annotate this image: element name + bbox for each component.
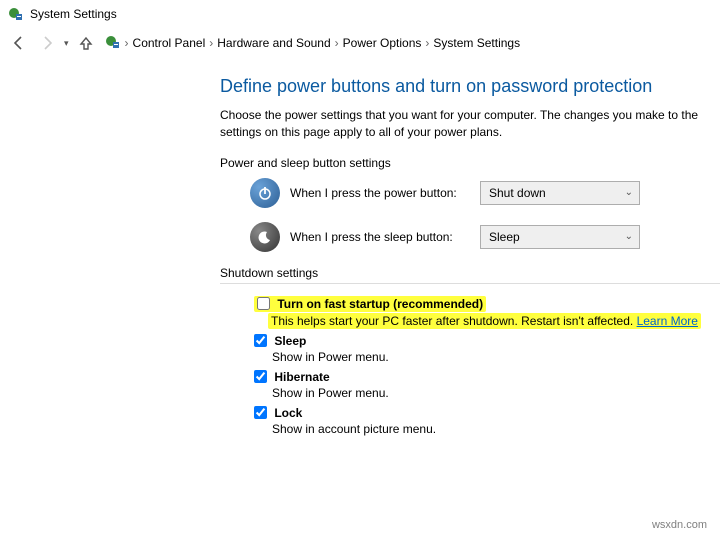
lock-label: Lock <box>274 406 302 420</box>
titlebar: System Settings <box>0 0 720 28</box>
watermark: wsxdn.com <box>649 518 710 532</box>
section-header-buttons: Power and sleep button settings <box>220 156 720 170</box>
hibernate-label: Hibernate <box>274 370 329 384</box>
fast-startup-label: Turn on fast startup (recommended) <box>277 297 483 311</box>
sleep-checkbox[interactable] <box>254 334 267 347</box>
forward-button[interactable] <box>38 34 56 52</box>
sleep-button-select[interactable]: Sleep ⌄ <box>480 225 640 249</box>
hibernate-row: Hibernate <box>254 370 720 384</box>
chevron-right-icon: › <box>209 36 213 50</box>
chevron-down-icon: ⌄ <box>625 187 633 198</box>
window-title: System Settings <box>30 7 117 21</box>
chevron-right-icon: › <box>125 36 129 50</box>
select-value: Shut down <box>489 186 546 200</box>
power-button-select[interactable]: Shut down ⌄ <box>480 181 640 205</box>
select-value: Sleep <box>489 230 520 244</box>
chevron-right-icon: › <box>335 36 339 50</box>
back-button[interactable] <box>10 34 28 52</box>
hibernate-checkbox[interactable] <box>254 370 267 383</box>
content-area: Define power buttons and turn on passwor… <box>0 62 720 436</box>
sleep-button-row: When I press the sleep button: Sleep ⌄ <box>250 222 720 252</box>
up-button[interactable] <box>77 34 95 52</box>
breadcrumb: › Control Panel › Hardware and Sound › P… <box>105 34 521 53</box>
power-button-label: When I press the power button: <box>290 186 470 200</box>
breadcrumb-item[interactable]: Control Panel <box>133 36 206 50</box>
power-button-row: When I press the power button: Shut down… <box>250 178 720 208</box>
breadcrumb-item[interactable]: Power Options <box>343 36 422 50</box>
lock-checkbox[interactable] <box>254 406 267 419</box>
fast-startup-checkbox[interactable] <box>257 297 270 310</box>
power-icon <box>250 178 280 208</box>
breadcrumb-item[interactable]: System Settings <box>433 36 520 50</box>
sleep-label: Sleep <box>274 334 306 348</box>
sleep-button-label: When I press the sleep button: <box>290 230 470 244</box>
moon-icon <box>250 222 280 252</box>
power-options-icon <box>8 6 24 22</box>
page-description: Choose the power settings that you want … <box>220 107 720 142</box>
section-header-shutdown: Shutdown settings <box>220 266 720 284</box>
chevron-down-icon: ⌄ <box>625 231 633 242</box>
breadcrumb-item[interactable]: Hardware and Sound <box>217 36 330 50</box>
lock-desc: Show in account picture menu. <box>272 422 720 436</box>
nav-toolbar: ▾ › Control Panel › Hardware and Sound ›… <box>0 28 720 62</box>
page-title: Define power buttons and turn on passwor… <box>220 76 720 97</box>
fast-startup-desc-wrap: This helps start your PC faster after sh… <box>268 313 701 329</box>
learn-more-link[interactable]: Learn More <box>637 314 698 328</box>
recent-dropdown-icon[interactable]: ▾ <box>64 38 69 49</box>
sleep-desc: Show in Power menu. <box>272 350 720 364</box>
fast-startup-desc: This helps start your PC faster after sh… <box>271 314 637 328</box>
fast-startup-row: Turn on fast startup (recommended) <box>254 296 486 312</box>
lock-row: Lock <box>254 406 720 420</box>
hibernate-desc: Show in Power menu. <box>272 386 720 400</box>
power-options-icon <box>105 34 121 53</box>
chevron-right-icon: › <box>425 36 429 50</box>
sleep-row: Sleep <box>254 334 720 348</box>
